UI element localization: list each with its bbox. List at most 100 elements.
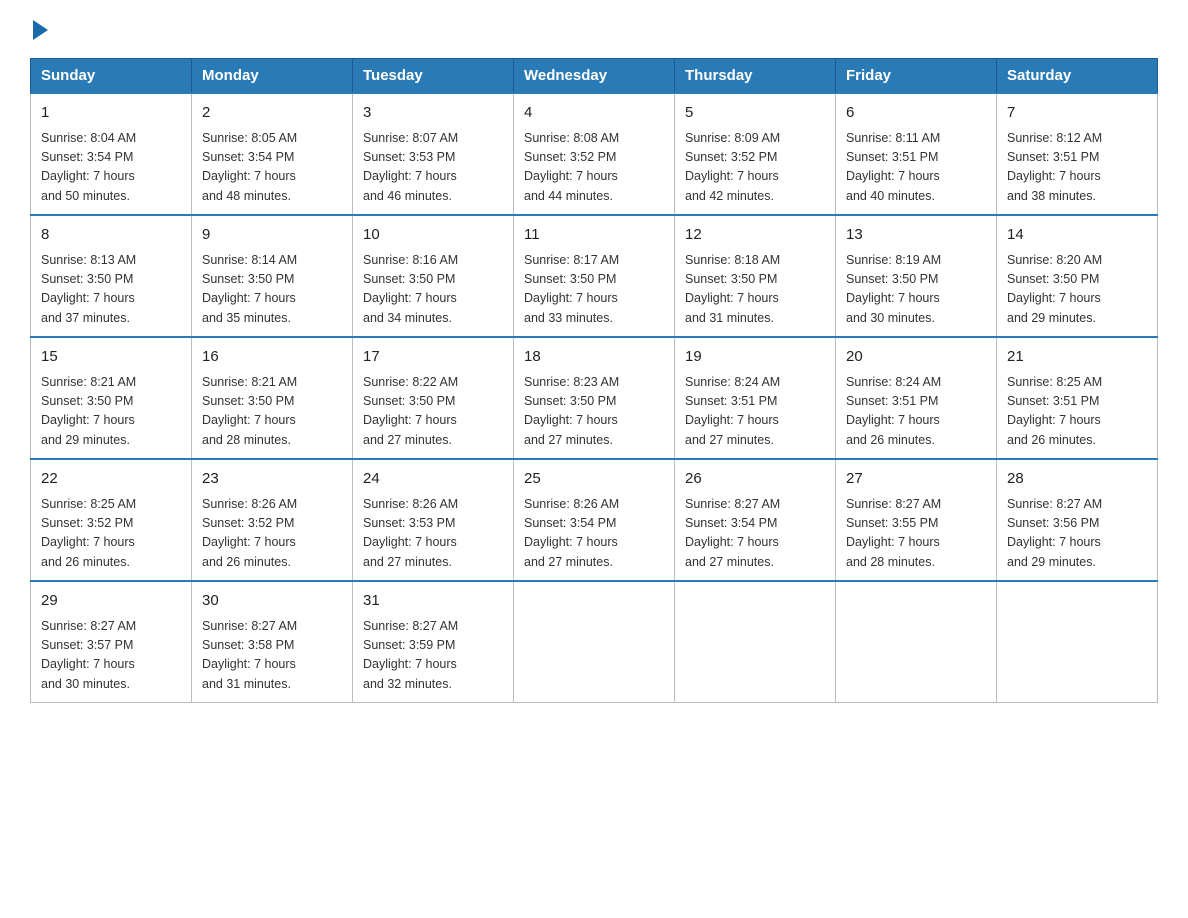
calendar-cell: 8Sunrise: 8:13 AMSunset: 3:50 PMDaylight… bbox=[31, 215, 192, 337]
day-info: Sunrise: 8:27 AMSunset: 3:56 PMDaylight:… bbox=[1007, 495, 1147, 573]
header-day-thursday: Thursday bbox=[675, 59, 836, 94]
calendar-table: SundayMondayTuesdayWednesdayThursdayFrid… bbox=[30, 58, 1158, 703]
calendar-cell: 30 Sunrise: 8:27 AMSunset: 3:58 PMDayligh… bbox=[192, 581, 353, 703]
calendar-cell: 28 Sunrise: 8:27 AMSunset: 3:56 PMDayligh… bbox=[997, 459, 1158, 581]
day-number: 22 bbox=[41, 468, 181, 491]
day-info: Sunrise: 8:12 AMSunset: 3:51 PMDaylight:… bbox=[1007, 129, 1147, 207]
day-info: Sunrise: 8:04 AMSunset: 3:54 PMDaylight:… bbox=[41, 129, 181, 207]
day-info: Sunrise: 8:08 AMSunset: 3:52 PMDaylight:… bbox=[524, 129, 664, 207]
day-info: Sunrise: 8:20 AMSunset: 3:50 PMDaylight:… bbox=[1007, 251, 1147, 329]
day-number: 4 bbox=[524, 102, 664, 125]
day-number: 27 bbox=[846, 468, 986, 491]
day-number: 15 bbox=[41, 346, 181, 369]
day-info: Sunrise: 8:16 AMSunset: 3:50 PMDaylight:… bbox=[363, 251, 503, 329]
calendar-cell: 24Sunrise: 8:26 AMSunset: 3:53 PMDayligh… bbox=[353, 459, 514, 581]
day-info: Sunrise: 8:21 AMSunset: 3:50 PMDaylight:… bbox=[202, 373, 342, 451]
day-info: Sunrise: 8:22 AMSunset: 3:50 PMDaylight:… bbox=[363, 373, 503, 451]
calendar-cell: 10 Sunrise: 8:16 AMSunset: 3:50 PMDayligh… bbox=[353, 215, 514, 337]
logo bbox=[30, 20, 48, 40]
week-row-2: 8Sunrise: 8:13 AMSunset: 3:50 PMDaylight… bbox=[31, 215, 1158, 337]
day-info: Sunrise: 8:21 AMSunset: 3:50 PMDaylight:… bbox=[41, 373, 181, 451]
day-number: 24 bbox=[363, 468, 503, 491]
day-number: 26 bbox=[685, 468, 825, 491]
calendar-header: SundayMondayTuesdayWednesdayThursdayFrid… bbox=[31, 59, 1158, 94]
calendar-cell: 9Sunrise: 8:14 AMSunset: 3:50 PMDaylight… bbox=[192, 215, 353, 337]
day-info: Sunrise: 8:26 AMSunset: 3:54 PMDaylight:… bbox=[524, 495, 664, 573]
day-info: Sunrise: 8:17 AMSunset: 3:50 PMDaylight:… bbox=[524, 251, 664, 329]
header-day-friday: Friday bbox=[836, 59, 997, 94]
week-row-5: 29 Sunrise: 8:27 AMSunset: 3:57 PMDayligh… bbox=[31, 581, 1158, 703]
day-info: Sunrise: 8:27 AMSunset: 3:54 PMDaylight:… bbox=[685, 495, 825, 573]
calendar-cell: 5Sunrise: 8:09 AMSunset: 3:52 PMDaylight… bbox=[675, 93, 836, 215]
day-number: 28 bbox=[1007, 468, 1147, 491]
calendar-cell: 25 Sunrise: 8:26 AMSunset: 3:54 PMDayligh… bbox=[514, 459, 675, 581]
header-day-monday: Monday bbox=[192, 59, 353, 94]
calendar-cell: 12 Sunrise: 8:18 AMSunset: 3:50 PMDayligh… bbox=[675, 215, 836, 337]
calendar-cell: 19Sunrise: 8:24 AMSunset: 3:51 PMDayligh… bbox=[675, 337, 836, 459]
calendar-cell: 16 Sunrise: 8:21 AMSunset: 3:50 PMDayligh… bbox=[192, 337, 353, 459]
week-row-1: 1 Sunrise: 8:04 AMSunset: 3:54 PMDaylight… bbox=[31, 93, 1158, 215]
day-info: Sunrise: 8:27 AMSunset: 3:58 PMDaylight:… bbox=[202, 617, 342, 695]
week-row-3: 15 Sunrise: 8:21 AMSunset: 3:50 PMDayligh… bbox=[31, 337, 1158, 459]
calendar-cell: 29 Sunrise: 8:27 AMSunset: 3:57 PMDayligh… bbox=[31, 581, 192, 703]
calendar-cell: 27Sunrise: 8:27 AMSunset: 3:55 PMDayligh… bbox=[836, 459, 997, 581]
calendar-cell: 22 Sunrise: 8:25 AMSunset: 3:52 PMDayligh… bbox=[31, 459, 192, 581]
calendar-cell: 17 Sunrise: 8:22 AMSunset: 3:50 PMDayligh… bbox=[353, 337, 514, 459]
day-info: Sunrise: 8:18 AMSunset: 3:50 PMDaylight:… bbox=[685, 251, 825, 329]
day-info: Sunrise: 8:26 AMSunset: 3:52 PMDaylight:… bbox=[202, 495, 342, 573]
day-number: 6 bbox=[846, 102, 986, 125]
header-day-saturday: Saturday bbox=[997, 59, 1158, 94]
day-info: Sunrise: 8:19 AMSunset: 3:50 PMDaylight:… bbox=[846, 251, 986, 329]
day-info: Sunrise: 8:24 AMSunset: 3:51 PMDaylight:… bbox=[685, 373, 825, 451]
day-number: 29 bbox=[41, 590, 181, 613]
calendar-cell bbox=[514, 581, 675, 703]
day-number: 14 bbox=[1007, 224, 1147, 247]
day-number: 13 bbox=[846, 224, 986, 247]
day-number: 20 bbox=[846, 346, 986, 369]
day-number: 2 bbox=[202, 102, 342, 125]
day-number: 23 bbox=[202, 468, 342, 491]
calendar-cell bbox=[675, 581, 836, 703]
calendar-cell: 6 Sunrise: 8:11 AMSunset: 3:51 PMDaylight… bbox=[836, 93, 997, 215]
day-info: Sunrise: 8:27 AMSunset: 3:59 PMDaylight:… bbox=[363, 617, 503, 695]
calendar-cell: 2 Sunrise: 8:05 AMSunset: 3:54 PMDaylight… bbox=[192, 93, 353, 215]
header-day-tuesday: Tuesday bbox=[353, 59, 514, 94]
header-row: SundayMondayTuesdayWednesdayThursdayFrid… bbox=[31, 59, 1158, 94]
calendar-cell: 23 Sunrise: 8:26 AMSunset: 3:52 PMDayligh… bbox=[192, 459, 353, 581]
day-number: 31 bbox=[363, 590, 503, 613]
calendar-cell: 4 Sunrise: 8:08 AMSunset: 3:52 PMDaylight… bbox=[514, 93, 675, 215]
day-number: 12 bbox=[685, 224, 825, 247]
calendar-cell: 26 Sunrise: 8:27 AMSunset: 3:54 PMDayligh… bbox=[675, 459, 836, 581]
header-day-wednesday: Wednesday bbox=[514, 59, 675, 94]
day-number: 3 bbox=[363, 102, 503, 125]
calendar-cell: 18 Sunrise: 8:23 AMSunset: 3:50 PMDayligh… bbox=[514, 337, 675, 459]
logo-triangle-icon bbox=[33, 20, 48, 40]
calendar-cell: 1 Sunrise: 8:04 AMSunset: 3:54 PMDaylight… bbox=[31, 93, 192, 215]
day-number: 10 bbox=[363, 224, 503, 247]
calendar-cell bbox=[836, 581, 997, 703]
day-info: Sunrise: 8:25 AMSunset: 3:51 PMDaylight:… bbox=[1007, 373, 1147, 451]
day-number: 7 bbox=[1007, 102, 1147, 125]
page-header bbox=[30, 20, 1158, 40]
calendar-cell: 21Sunrise: 8:25 AMSunset: 3:51 PMDayligh… bbox=[997, 337, 1158, 459]
day-number: 25 bbox=[524, 468, 664, 491]
day-number: 16 bbox=[202, 346, 342, 369]
day-number: 1 bbox=[41, 102, 181, 125]
day-info: Sunrise: 8:25 AMSunset: 3:52 PMDaylight:… bbox=[41, 495, 181, 573]
calendar-cell bbox=[997, 581, 1158, 703]
day-info: Sunrise: 8:11 AMSunset: 3:51 PMDaylight:… bbox=[846, 129, 986, 207]
calendar-cell: 15 Sunrise: 8:21 AMSunset: 3:50 PMDayligh… bbox=[31, 337, 192, 459]
day-info: Sunrise: 8:05 AMSunset: 3:54 PMDaylight:… bbox=[202, 129, 342, 207]
day-number: 18 bbox=[524, 346, 664, 369]
calendar-cell: 31 Sunrise: 8:27 AMSunset: 3:59 PMDayligh… bbox=[353, 581, 514, 703]
day-number: 30 bbox=[202, 590, 342, 613]
day-number: 8 bbox=[41, 224, 181, 247]
calendar-cell: 13 Sunrise: 8:19 AMSunset: 3:50 PMDayligh… bbox=[836, 215, 997, 337]
day-info: Sunrise: 8:07 AMSunset: 3:53 PMDaylight:… bbox=[363, 129, 503, 207]
calendar-cell: 20Sunrise: 8:24 AMSunset: 3:51 PMDayligh… bbox=[836, 337, 997, 459]
day-info: Sunrise: 8:27 AMSunset: 3:57 PMDaylight:… bbox=[41, 617, 181, 695]
day-number: 17 bbox=[363, 346, 503, 369]
day-info: Sunrise: 8:23 AMSunset: 3:50 PMDaylight:… bbox=[524, 373, 664, 451]
day-number: 9 bbox=[202, 224, 342, 247]
day-number: 5 bbox=[685, 102, 825, 125]
